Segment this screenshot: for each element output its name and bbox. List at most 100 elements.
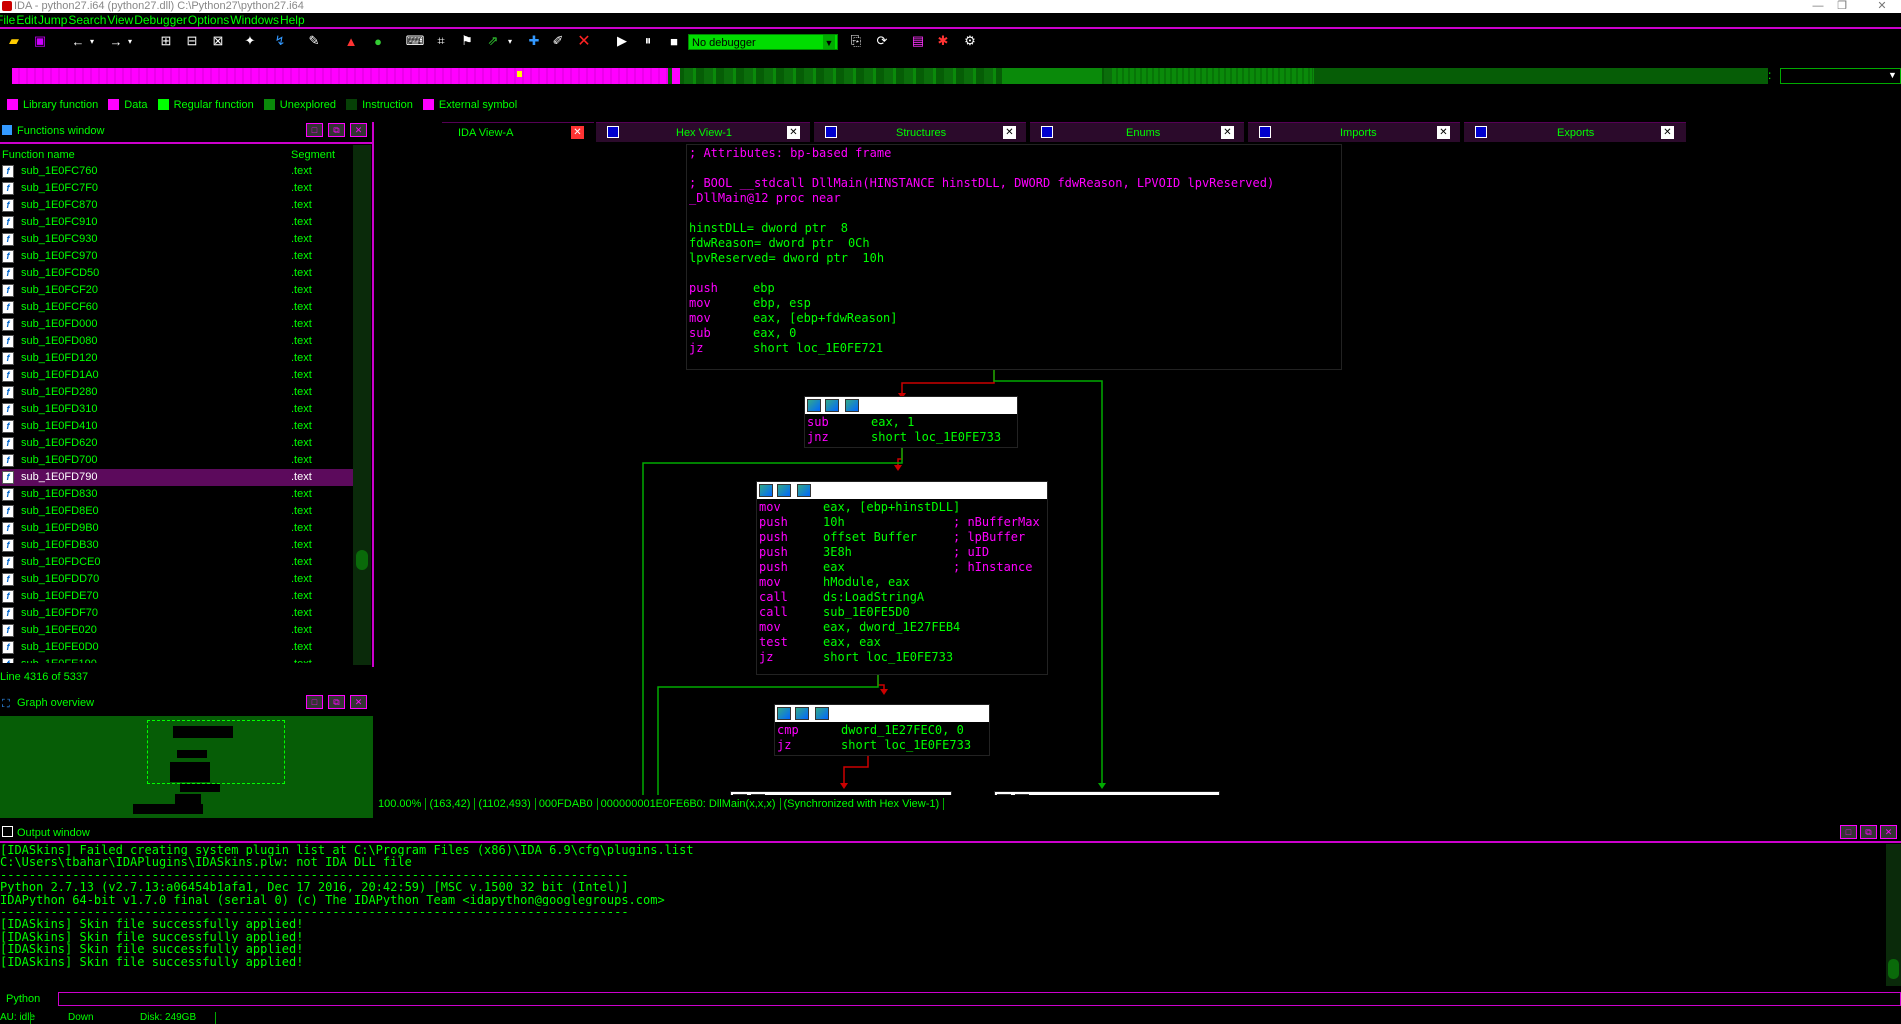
function-row[interactable]: f sub_1E0FD8E0 .text [0, 503, 353, 520]
function-row[interactable]: f sub_1E0FC870 .text [0, 197, 353, 214]
data-icon[interactable]: ⌗ [433, 33, 449, 49]
restore-pane-button[interactable]: ⧉ [1860, 825, 1877, 839]
tab-structures[interactable]: Structures ✕ [814, 122, 1026, 142]
function-row[interactable]: f sub_1E0FD410 .text [0, 418, 353, 435]
asm-line[interactable]: sub eax, 0 [689, 326, 1339, 341]
float-pane-button[interactable]: □ [306, 123, 323, 137]
function-row[interactable]: f sub_1E0FC7F0 .text [0, 180, 353, 197]
add-icon[interactable]: ✚ [526, 33, 542, 49]
function-row[interactable]: f sub_1E0FD280 .text [0, 384, 353, 401]
function-row[interactable]: f sub_1E0FDF70 .text [0, 605, 353, 622]
jump-icon[interactable]: ↯ [272, 33, 288, 49]
function-row[interactable]: f sub_1E0FDCE0 .text [0, 554, 353, 571]
col-function-name[interactable]: Function name [2, 147, 75, 163]
function-row[interactable]: f sub_1E0FC970 .text [0, 248, 353, 265]
asm-line[interactable]: ; Attributes: bp-based frame [689, 146, 1339, 161]
scrollbar-thumb[interactable] [356, 550, 368, 570]
close-pane-button[interactable]: ✕ [1880, 825, 1897, 839]
function-row[interactable]: f sub_1E0FE020 .text [0, 622, 353, 639]
tab-exports[interactable]: Exports ✕ [1464, 122, 1686, 142]
nav-band-selector[interactable] [1780, 68, 1901, 84]
asm-line[interactable]: lpvReserved= dword ptr 10h [689, 251, 1339, 266]
asm-line[interactable]: mov eax, [ebp+fdwReason] [689, 311, 1339, 326]
function-row[interactable]: f sub_1E0FDD70 .text [0, 571, 353, 588]
menu-jump[interactable]: Jump [38, 13, 67, 27]
code-block-6[interactable] [994, 791, 1220, 795]
close-tab-icon[interactable]: ✕ [1661, 126, 1674, 139]
asm-line[interactable]: mov eax, [ebp+hinstDLL] [759, 500, 1045, 515]
function-row[interactable]: f sub_1E0FD9B0 .text [0, 520, 353, 537]
asm-line[interactable]: jz short loc_1E0FE721 [689, 341, 1339, 356]
close-pane-button[interactable]: ✕ [350, 695, 367, 709]
asm-line[interactable]: hinstDLL= dword ptr 8 [689, 221, 1339, 236]
asm-line[interactable]: call ds:LoadStringA [759, 590, 1045, 605]
asm-line[interactable] [689, 161, 1339, 176]
function-row[interactable]: f sub_1E0FCF20 .text [0, 282, 353, 299]
pause-icon[interactable]: ⏸ [640, 33, 656, 49]
nav-dropdown-icon[interactable]: ▼ [1888, 70, 1897, 80]
xref-dropdown-icon[interactable]: ▾ [502, 33, 518, 49]
tab-ida-view-a[interactable]: IDA View-A ✕ [442, 122, 594, 142]
function-row[interactable]: f sub_1E0FCD50 .text [0, 265, 353, 282]
menu-debugger[interactable]: Debugger [134, 13, 187, 27]
asm-line[interactable]: jz short loc_1E0FE733 [759, 650, 1045, 665]
output-scrollbar[interactable] [1886, 844, 1901, 986]
code-block-4[interactable]: cmp dword_1E27FEC0, 0 jz short loc_1E0FE733 [774, 704, 990, 756]
code-icon[interactable]: ⌨ [406, 33, 425, 49]
function-row[interactable]: f sub_1E0FD1A0 .text [0, 367, 353, 384]
col-segment[interactable]: Segment [291, 147, 335, 163]
asm-line[interactable]: push 10h ; nBufferMax [759, 515, 1045, 530]
close-tab-icon[interactable]: ✕ [787, 126, 800, 139]
asm-line[interactable]: mov ebp, esp [689, 296, 1339, 311]
asm-line[interactable]: ; BOOL __stdcall DllMain(HINSTANCE hinst… [689, 176, 1339, 191]
graph-view[interactable]: ; Attributes: bp-based frame ; BOOL __std… [378, 143, 1901, 795]
code-block-5[interactable] [730, 791, 952, 795]
restore-pane-button[interactable]: ⧉ [328, 123, 345, 137]
function-row[interactable]: f sub_1E0FD790 .text [0, 469, 353, 486]
restore-pane-button[interactable]: ⧉ [328, 695, 345, 709]
proximity-view-icon[interactable]: ⊠ [210, 33, 226, 49]
pen-icon[interactable]: ✎ [306, 33, 322, 49]
menu-options[interactable]: Options [188, 13, 229, 27]
play-icon[interactable]: ▶ [614, 33, 630, 49]
function-row[interactable]: f sub_1E0FE190 .text [0, 656, 353, 663]
graph-view-icon[interactable]: ⊞ [158, 33, 174, 49]
stop-icon[interactable]: ■ [666, 33, 682, 49]
asm-line[interactable]: push 3E8h ; uID [759, 545, 1045, 560]
function-row[interactable]: f sub_1E0FC910 .text [0, 214, 353, 231]
asm-line[interactable]: push eax ; hInstance [759, 560, 1045, 575]
tab-enums[interactable]: Enums ✕ [1030, 122, 1244, 142]
attach-icon[interactable]: ⎘ [848, 33, 864, 49]
function-row[interactable]: f sub_1E0FC930 .text [0, 231, 353, 248]
asm-line[interactable]: push ebp [689, 281, 1339, 296]
segments-icon[interactable]: ▤ [910, 33, 926, 49]
xref-icon[interactable]: ⇗ [485, 33, 501, 49]
menu-view[interactable]: View [107, 13, 133, 27]
debugger-select[interactable]: No debugger ▼ [688, 34, 838, 50]
function-row[interactable]: f sub_1E0FE0D0 .text [0, 639, 353, 656]
text-view-icon[interactable]: ⊟ [184, 33, 200, 49]
graph-overview-canvas[interactable] [0, 716, 373, 818]
close-pane-button[interactable]: ✕ [350, 123, 367, 137]
asm-line[interactable]: push offset Buffer ; lpBuffer [759, 530, 1045, 545]
navigation-band[interactable] [12, 68, 1768, 84]
function-row[interactable]: f sub_1E0FD700 .text [0, 452, 353, 469]
save-icon[interactable]: ▣ [32, 33, 48, 49]
struct-icon[interactable]: ⚑ [459, 33, 475, 49]
code-block-3[interactable]: mov eax, [ebp+hinstDLL] push 10h ; nBufferMa… [756, 481, 1048, 675]
menu-edit[interactable]: Edit [16, 13, 37, 27]
close-tab-icon[interactable]: ✕ [1221, 126, 1234, 139]
close-red-icon[interactable]: ✕ [576, 33, 592, 50]
menu-help[interactable]: Help [280, 13, 305, 27]
asm-line[interactable]: jz short loc_1E0FE733 [777, 738, 987, 753]
tools-icon[interactable]: ✦ [242, 33, 258, 49]
function-row[interactable]: f sub_1E0FD620 .text [0, 435, 353, 452]
asm-line[interactable]: mov hModule, eax [759, 575, 1045, 590]
close-window-button[interactable]: ✕ [1870, 0, 1894, 13]
tab-imports[interactable]: Imports ✕ [1248, 122, 1460, 142]
function-row[interactable]: f sub_1E0FD120 .text [0, 350, 353, 367]
close-tab-icon[interactable]: ✕ [571, 126, 584, 139]
breakpoint-icon[interactable]: ✱ [935, 33, 951, 49]
code-block-entry[interactable]: ; Attributes: bp-based frame ; BOOL __std… [686, 144, 1342, 370]
warning-icon[interactable]: ▲ [343, 33, 359, 49]
